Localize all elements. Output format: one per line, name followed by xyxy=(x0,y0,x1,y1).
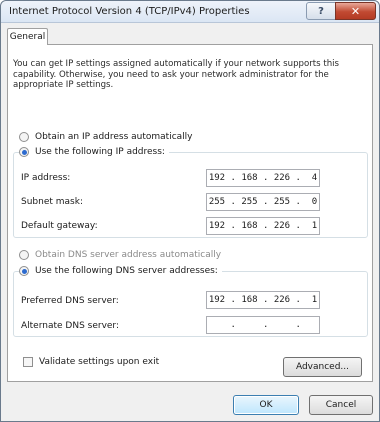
subnet-mask-field[interactable]: 255 . 255 . 255 . 0 xyxy=(206,193,320,211)
radio-unselected-icon xyxy=(19,132,29,142)
help-button[interactable]: ? xyxy=(306,2,336,20)
use-following-dns-radio[interactable]: Use the following DNS server addresses: xyxy=(19,266,222,276)
close-button[interactable]: ✕ xyxy=(335,2,376,20)
default-gateway-label: Default gateway: xyxy=(21,221,98,231)
cancel-button[interactable]: Cancel xyxy=(309,395,373,415)
ip-address-field[interactable]: 192 . 168 . 226 . 4 xyxy=(206,169,320,187)
default-gateway-field[interactable]: 192 . 168 . 226 . 1 xyxy=(206,217,320,235)
obtain-dns-auto-label: Obtain DNS server address automatically xyxy=(35,250,222,260)
radio-selected-icon xyxy=(19,266,29,276)
ok-button[interactable]: OK xyxy=(233,395,299,415)
validate-settings-checkbox[interactable]: Validate settings upon exit xyxy=(23,357,159,367)
ip-address-label: IP address: xyxy=(21,173,71,183)
help-icon: ? xyxy=(318,5,324,17)
alternate-dns-field[interactable]: . . . xyxy=(206,316,320,334)
window-title: Internet Protocol Version 4 (TCP/IPv4) P… xyxy=(9,6,250,17)
checkbox-icon xyxy=(23,357,33,367)
advanced-button[interactable]: Advanced... xyxy=(283,357,362,377)
obtain-ip-auto-label: Obtain an IP address automatically xyxy=(35,132,193,142)
subnet-mask-label: Subnet mask: xyxy=(21,197,83,207)
preferred-dns-field[interactable]: 192 . 168 . 226 . 1 xyxy=(206,291,320,309)
obtain-dns-auto-radio[interactable]: Obtain DNS server address automatically xyxy=(19,250,221,260)
use-following-dns-label: Use the following DNS server addresses: xyxy=(35,266,218,276)
use-following-ip-label: Use the following IP address: xyxy=(35,147,165,157)
radio-unselected-icon xyxy=(19,250,29,260)
close-icon: ✕ xyxy=(350,4,361,18)
use-following-ip-radio[interactable]: Use the following IP address: xyxy=(19,147,169,157)
title-bar[interactable]: Internet Protocol Version 4 (TCP/IPv4) P… xyxy=(1,1,379,23)
radio-selected-icon xyxy=(19,147,29,157)
validate-settings-label: Validate settings upon exit xyxy=(39,357,160,367)
description-text: You can get IP settings assigned automat… xyxy=(13,59,340,90)
preferred-dns-label: Preferred DNS server: xyxy=(21,296,119,306)
tab-general[interactable]: General xyxy=(7,28,48,45)
obtain-ip-auto-radio[interactable]: Obtain an IP address automatically xyxy=(19,132,193,142)
alternate-dns-label: Alternate DNS server: xyxy=(21,321,120,331)
properties-dialog: Internet Protocol Version 4 (TCP/IPv4) P… xyxy=(0,0,380,422)
